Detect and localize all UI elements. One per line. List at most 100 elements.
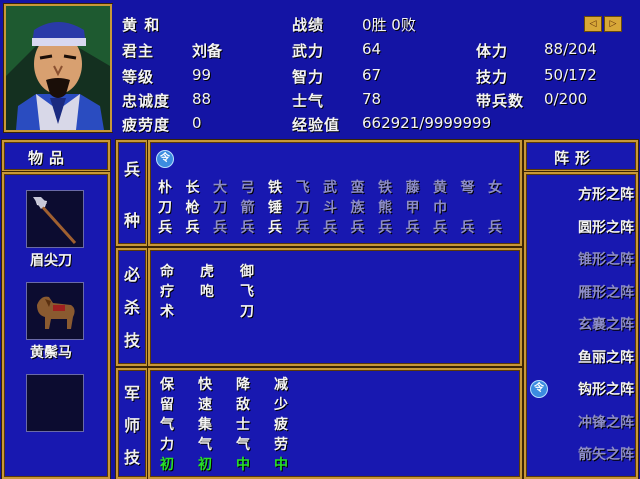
tactic-char: 集 (198, 417, 212, 433)
next-general-button[interactable]: ▷ (604, 16, 622, 32)
troops-title-char: 兵 (123, 159, 140, 179)
tactic-char: 留 (160, 397, 174, 413)
tactic-char: 力 (160, 437, 174, 453)
troop-type[interactable]: 武斗兵 (323, 178, 337, 238)
skill-value: 50/172 (544, 66, 597, 84)
special-kill-char: 御 (240, 264, 254, 280)
horse-icon (37, 296, 75, 329)
tactic[interactable]: 减少疲劳中 (274, 375, 288, 475)
morale-value: 78 (362, 90, 382, 108)
tactic-char: 减 (274, 377, 288, 393)
loyalty-label: 忠诚度 (122, 92, 171, 110)
troop-type-char: 女 (488, 180, 502, 196)
troop-type-char: 兵 (378, 220, 392, 236)
troop-type[interactable]: 铁锤兵 (268, 178, 282, 238)
prev-general-button[interactable]: ◁ (584, 16, 602, 32)
formation-item[interactable]: 雁形之阵 (578, 282, 634, 302)
intellect-value: 67 (362, 66, 382, 84)
level-label: 等级 (122, 68, 155, 86)
tactic-level: 中 (236, 457, 250, 473)
formation-item[interactable]: 冲锋之阵 (578, 412, 634, 432)
tactic-char: 劳 (274, 437, 288, 453)
item-slot-empty[interactable] (26, 374, 84, 432)
special-kill[interactable]: 虎咆 (200, 262, 214, 322)
troop-type-char: 兵 (213, 220, 227, 236)
troop-type-char: 刀 (295, 200, 310, 216)
troop-type-char: 兵 (158, 220, 172, 236)
troops-command-badge: 令 (156, 150, 174, 168)
morale-label: 士气 (292, 92, 325, 110)
formation-item[interactable]: 箭矢之阵 (578, 444, 634, 464)
tactic[interactable]: 保留气力初 (160, 375, 174, 475)
troop-type-char: 巾 (433, 200, 447, 216)
tactics-title: 军 师 技 (118, 376, 146, 472)
troop-type[interactable]: 弓箭兵 (241, 178, 255, 238)
formation-item[interactable]: 钩形之阵 (578, 379, 634, 399)
tactics-title-char: 技 (123, 448, 140, 467)
troop-type[interactable]: 朴刀兵 (158, 178, 172, 238)
troop-type[interactable]: 铁熊兵 (378, 178, 392, 238)
troop-type-char: 兵 (405, 220, 420, 236)
tactics-title-box: 军 师 技 (116, 368, 148, 479)
troop-type-char: 斗 (323, 200, 337, 216)
troop-type-char: 兵 (350, 220, 365, 236)
troops-title: 兵 种 (118, 142, 146, 244)
troop-type[interactable]: 藤甲兵 (406, 178, 420, 238)
troops-title-box: 兵 种 (116, 140, 148, 246)
troop-type-char: 兵 (433, 220, 447, 236)
items-panel: 眉尖刀 黄鬃马 (2, 172, 110, 479)
troop-type-char: 铁 (268, 180, 282, 196)
tactic[interactable]: 降敌士气中 (236, 375, 250, 475)
troop-type-char: 大 (213, 180, 227, 196)
formation-item[interactable]: 玄襄之阵 (578, 314, 634, 334)
tactics-title-char: 师 (123, 416, 140, 435)
tactic[interactable]: 快速集气初 (198, 375, 212, 475)
special-kill-char: 刀 (240, 304, 254, 320)
troop-type-char: 兵 (268, 220, 282, 236)
kills-title-char: 技 (123, 331, 140, 351)
force-value: 64 (362, 40, 382, 58)
troop-type-char: 锤 (268, 200, 282, 216)
formation-item[interactable]: 鱼丽之阵 (578, 347, 634, 367)
troop-type-char: 甲 (405, 200, 420, 216)
troop-type-char: 枪 (185, 200, 200, 216)
troop-type[interactable]: 大刀兵 (213, 178, 227, 238)
formation-item[interactable]: 方形之阵 (578, 184, 634, 204)
troop-type-char: 武 (323, 180, 337, 196)
formation-item[interactable]: 锥形之阵 (578, 249, 634, 269)
special-kill-char: 虎 (200, 264, 214, 280)
tactic-char: 保 (160, 377, 174, 393)
tactic-char: 气 (160, 417, 174, 433)
troop-type[interactable]: 飞刀兵 (296, 178, 310, 238)
formation-item[interactable]: 圆形之阵 (578, 217, 634, 237)
troop-type-char: 藤 (405, 180, 420, 196)
troop-type[interactable]: 黄巾兵 (433, 178, 447, 238)
stamina-label: 体力 (476, 42, 509, 60)
special-kill-char: 飞 (240, 284, 254, 300)
troop-type-char: 兵 (460, 220, 475, 236)
item-name: 黄鬃马 (30, 345, 72, 361)
special-kill[interactable]: 御飞刀 (240, 262, 254, 322)
tactic-char: 气 (198, 437, 212, 453)
glaive-icon (33, 197, 77, 245)
formations-header: 阵形 (524, 140, 638, 172)
formation-selected-badge: 令 (530, 380, 548, 398)
troop-type[interactable]: 弩兵 (461, 178, 475, 238)
troop-type[interactable]: 蛮族兵 (351, 178, 365, 238)
troop-type[interactable]: 长枪兵 (186, 178, 200, 238)
item-slot[interactable] (26, 190, 84, 248)
kills-title: 必 杀 技 (118, 256, 146, 356)
troop-type-char: 弩 (460, 180, 475, 196)
tactic-level: 初 (198, 457, 212, 473)
level-value: 99 (192, 66, 212, 84)
special-kill[interactable]: 命疗术 (160, 262, 174, 322)
troop-type-char: 弓 (240, 180, 255, 196)
lord-value: 刘备 (192, 42, 223, 60)
item-slot[interactable] (26, 282, 84, 340)
portrait-frame (4, 4, 112, 132)
stamina-value: 88/204 (544, 40, 597, 58)
items-title: 物品 (28, 149, 71, 167)
troop-type-char: 箭 (240, 200, 255, 216)
skill-label: 技力 (476, 68, 509, 86)
troop-type[interactable]: 女兵 (488, 178, 502, 238)
